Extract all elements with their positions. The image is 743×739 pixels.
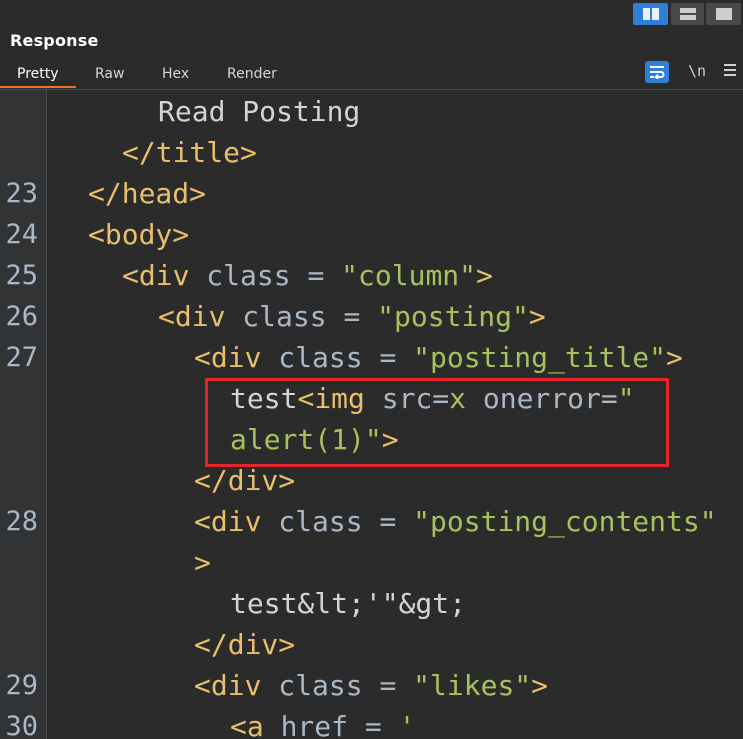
code-text: <div class = "posting_title">: [194, 337, 683, 378]
code-line: 27 <div class = "posting_title">: [0, 337, 743, 378]
line-number: 25: [5, 260, 38, 291]
code-text: <div class = "posting_contents": [194, 501, 717, 542]
code-token: </title>: [122, 136, 257, 169]
code-text: </head>: [88, 173, 206, 214]
code-token: ': [398, 710, 416, 739]
show-newlines-button[interactable]: \n: [688, 62, 706, 80]
code-token: </div>: [194, 464, 296, 497]
code-text: Read Posting: [158, 91, 360, 132]
code-token: >: [528, 300, 546, 333]
code-token: <div: [122, 259, 207, 292]
code-line: 30 <a href = ': [0, 706, 743, 739]
line-number: 30: [5, 711, 38, 739]
code-token: class =: [278, 669, 414, 702]
code-line: 26 <div class = "posting">: [0, 296, 743, 337]
code-line: Read Posting: [0, 91, 743, 132]
code-token: <div: [194, 341, 279, 374]
code-token: class =: [278, 341, 414, 374]
code-line: 25 <div class = "column">: [0, 255, 743, 296]
code-token: "posting": [377, 300, 529, 333]
code-token: class =: [206, 259, 342, 292]
code-token: >: [476, 259, 493, 292]
code-token: <div: [194, 669, 279, 702]
code-line: </div>: [0, 624, 743, 665]
code-token: <a: [230, 710, 281, 739]
active-tab-indicator: [0, 86, 76, 88]
code-line: test&lt;'"&gt;: [0, 583, 743, 624]
code-text: test&lt;'"&gt;: [230, 583, 466, 624]
tab-hex[interactable]: Hex: [162, 61, 189, 87]
tab-raw[interactable]: Raw: [95, 61, 124, 87]
code-token: class =: [242, 300, 378, 333]
single-pane-toggle[interactable]: [706, 3, 741, 25]
line-number: 26: [5, 301, 38, 332]
code-line: </title>: [0, 132, 743, 173]
line-number: 23: [5, 178, 38, 209]
code-token: <div: [158, 300, 243, 333]
split-columns-icon: [642, 8, 659, 20]
code-token: test&lt;'"&gt;: [230, 587, 467, 620]
code-token: href =: [280, 710, 399, 739]
code-text: >: [194, 542, 211, 583]
split-rows-toggle[interactable]: [671, 3, 704, 25]
code-token: "posting_contents": [413, 505, 717, 538]
code-text: <div class = "posting">: [158, 296, 546, 337]
single-pane-icon: [715, 8, 732, 20]
code-text: <body>: [88, 214, 189, 255]
word-wrap-button[interactable]: [645, 61, 669, 83]
response-panel-header: Response Pretty Raw Hex Render \n: [0, 0, 743, 90]
code-line: 24 <body>: [0, 214, 743, 255]
code-token: </div>: [194, 628, 296, 661]
code-text: </div>: [194, 624, 295, 665]
code-token: "likes": [413, 669, 532, 702]
split-rows-icon: [679, 8, 696, 20]
code-line: >: [0, 542, 743, 583]
code-text: <div class = "likes">: [194, 665, 548, 706]
tab-render[interactable]: Render: [227, 61, 277, 87]
split-columns-toggle[interactable]: [633, 3, 668, 25]
word-wrap-icon: [650, 66, 665, 79]
code-token: >: [531, 669, 549, 702]
line-number: 29: [5, 670, 38, 701]
code-token: "column": [341, 259, 477, 292]
code-token: >: [666, 341, 683, 374]
line-number: 28: [5, 506, 38, 537]
code-text: <div class = "column">: [122, 255, 493, 296]
code-token: </head>: [88, 177, 207, 210]
code-token: <body>: [88, 218, 190, 251]
code-text: </title>: [122, 132, 257, 173]
code-token: >: [194, 546, 211, 579]
code-token: <div: [194, 505, 279, 538]
code-line: 28 <div class = "posting_contents": [0, 501, 743, 542]
tab-pretty[interactable]: Pretty: [17, 61, 59, 87]
panel-title: Response: [10, 31, 99, 50]
xss-highlight-box: [205, 378, 669, 467]
line-number: 24: [5, 219, 38, 250]
code-line: 29 <div class = "likes">: [0, 665, 743, 706]
code-line: 23 </head>: [0, 173, 743, 214]
code-token: Read Posting: [158, 95, 361, 128]
code-token: class =: [278, 505, 414, 538]
code-token: "posting_title": [413, 341, 667, 374]
hamburger-menu-icon[interactable]: [724, 63, 736, 77]
code-text: <a href = ': [230, 706, 415, 739]
response-code-editor[interactable]: Read Posting </title> 23 </head> 24 <body> 25 <…: [0, 90, 743, 739]
line-number: 27: [5, 342, 38, 373]
